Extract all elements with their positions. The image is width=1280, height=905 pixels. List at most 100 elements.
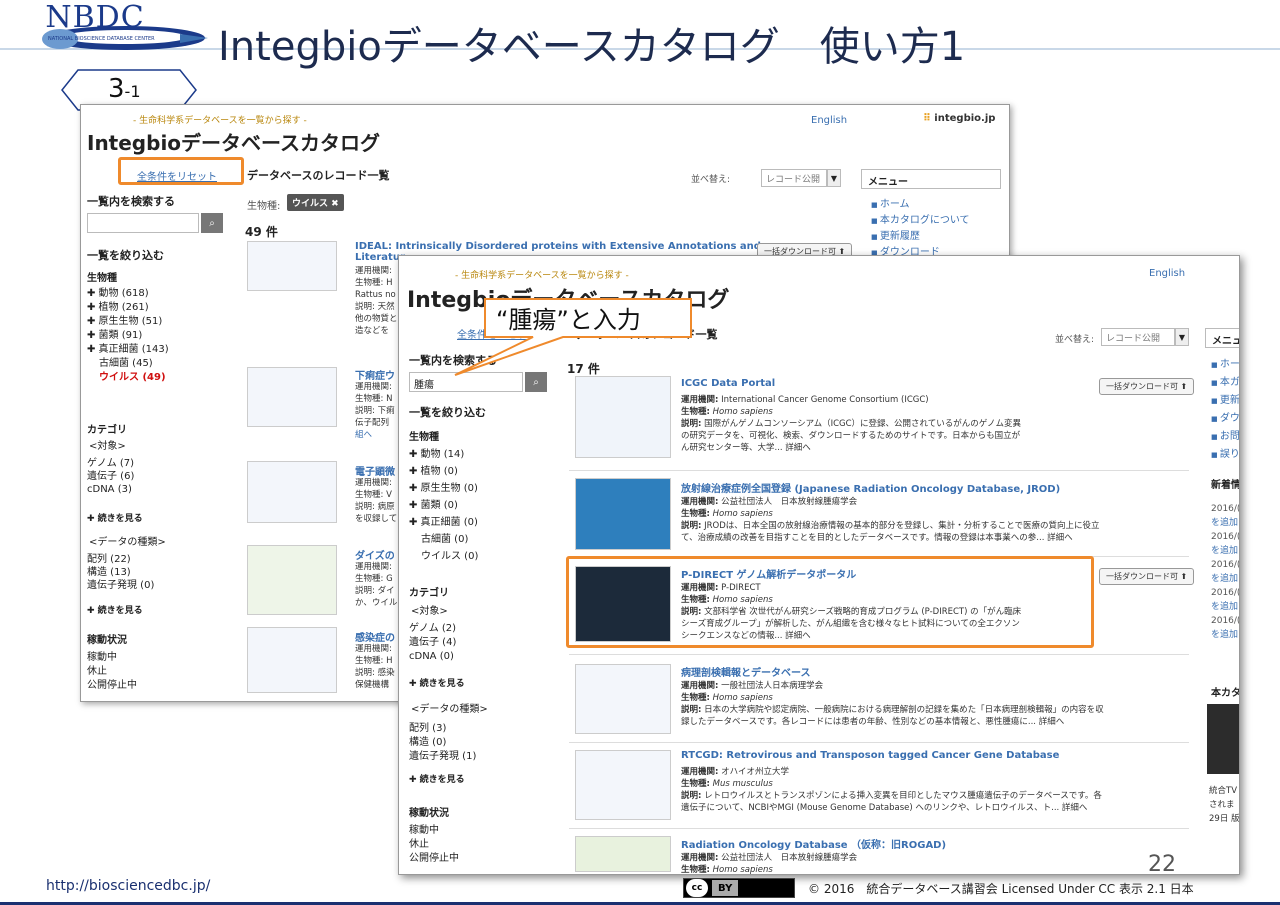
status-heading: 稼動状況 [409, 808, 449, 819]
record-title[interactable]: ICGC Data Portal [681, 378, 775, 389]
species-protist[interactable]: ✚ 原生生物 (51) [87, 315, 169, 329]
record-thumbnail[interactable] [247, 241, 337, 291]
site-title[interactable]: Integbioデータベースカタログ [87, 127, 380, 156]
integbio-logo[interactable]: ⠿ integbio.jp [923, 113, 995, 124]
news-link[interactable]: を追加 [1211, 600, 1239, 614]
english-link[interactable]: English [1149, 268, 1185, 279]
status-heading: 稼動状況 [87, 635, 127, 646]
sort-dropdown-arrow[interactable]: ▼ [1175, 328, 1189, 346]
menu-item-errata[interactable]: 誤り [1211, 446, 1239, 464]
record-thumbnail[interactable] [247, 627, 337, 693]
target-cdna[interactable]: cDNA (3) [87, 483, 134, 496]
record-thumbnail[interactable] [247, 461, 337, 523]
news-date: 2016/( [1211, 504, 1240, 514]
promo-video-thumbnail[interactable] [1207, 704, 1239, 774]
sort-select[interactable]: レコード公開 [1101, 328, 1175, 346]
record-title[interactable]: 放射線治療症例全国登録 (Japanese Radiation Oncology… [681, 480, 1060, 495]
more-datatypes-link[interactable]: ✚ 続きを見る [409, 772, 465, 785]
record-title[interactable]: 電子顕微 [355, 463, 395, 478]
menu-item-history[interactable]: 更新 [1211, 392, 1239, 410]
sort-dropdown-arrow[interactable]: ▼ [827, 169, 841, 187]
record-thumbnail[interactable] [575, 664, 671, 734]
news-link[interactable]: を追加 [1211, 572, 1239, 586]
menu-item-history[interactable]: 更新履歴 [871, 229, 970, 245]
search-input[interactable]: 腫瘍 [409, 372, 523, 392]
pdirect-highlight-box [566, 556, 1094, 648]
status-stopped[interactable]: 公開停止中 [87, 679, 137, 693]
search-input[interactable] [87, 213, 199, 233]
record-thumbnail[interactable] [575, 836, 671, 872]
record-desc-cont: て、治療成績の改善を目指すことを目的としたデータベースです。情報の登録は本事業へ… [681, 533, 1073, 543]
search-icon[interactable]: ⌕ [201, 213, 223, 233]
more-datatypes-link[interactable]: ✚ 続きを見る [87, 603, 143, 616]
filter-chip-virus[interactable]: ウイルス ✖ [287, 194, 344, 211]
record-title[interactable]: IDEAL: Intrinsically Disordered proteins… [355, 241, 761, 252]
record-title[interactable]: RTCGD: Retrovirous and Transposon tagged… [681, 750, 1059, 761]
record-title[interactable]: 感染症の [355, 629, 395, 644]
target-gene[interactable]: 遺伝子 (6) [87, 470, 134, 483]
cc-license-badge[interactable]: cc BY [683, 878, 795, 898]
target-genome[interactable]: ゲノム (2) [409, 622, 456, 636]
footer-url[interactable]: http://biosciencedbc.jp/ [46, 878, 210, 894]
species-animal[interactable]: ✚ 動物 (618) [87, 287, 169, 301]
species-protist[interactable]: ✚ 原生生物 (0) [409, 480, 478, 497]
record-thumbnail[interactable] [247, 545, 337, 615]
datatype-list: 配列 (3) 構造 (0) 遺伝子発現 (1) [409, 722, 476, 764]
more-targets-link[interactable]: ✚ 続きを見る [87, 511, 143, 524]
species-fungi[interactable]: ✚ 菌類 (91) [87, 329, 169, 343]
menu-item-download[interactable]: ダウ [1211, 410, 1239, 428]
species-virus[interactable]: ウイルス (0) [409, 548, 478, 565]
side-menu: ホーム 本カタログについて 更新履歴 ダウンロード [871, 197, 970, 261]
species-bacteria[interactable]: ✚ 真正細菌 (143) [87, 343, 169, 357]
datatype-structure[interactable]: 構造 (13) [87, 566, 154, 579]
search-icon[interactable]: ⌕ [525, 372, 547, 392]
record-list-title: データベースのレコード一覧 [247, 169, 390, 182]
record-title[interactable]: 病理剖検輯報とデータベース [681, 664, 811, 679]
species-plant[interactable]: ✚ 植物 (261) [87, 301, 169, 315]
menu-item-home[interactable]: ホー [1211, 356, 1239, 374]
record-thumbnail[interactable] [575, 376, 671, 458]
target-genome[interactable]: ゲノム (7) [87, 457, 134, 470]
target-cdna[interactable]: cDNA (0) [409, 650, 456, 664]
record-title[interactable]: Radiation Oncology Database （仮称：旧ROGAD) [681, 836, 946, 851]
species-archaea[interactable]: 古細菌 (0) [409, 531, 478, 548]
status-active[interactable]: 稼動中 [87, 651, 137, 665]
status-stopped[interactable]: 公開停止中 [409, 852, 459, 866]
record-thumbnail[interactable] [575, 478, 671, 550]
target-gene[interactable]: 遺伝子 (4) [409, 636, 456, 650]
species-plant[interactable]: ✚ 植物 (0) [409, 463, 478, 480]
news-link[interactable]: を追加 [1211, 628, 1239, 642]
menu-item-about[interactable]: 本ガ [1211, 374, 1239, 392]
record-title[interactable]: ダイズの [355, 547, 395, 562]
status-paused[interactable]: 休止 [87, 665, 137, 679]
menu-item-about[interactable]: 本カタログについて [871, 213, 970, 229]
species-archaea[interactable]: 古細菌 (45) [87, 357, 169, 371]
news-link[interactable]: を追加 [1211, 516, 1239, 530]
species-virus[interactable]: ウイルス (49) [87, 371, 169, 385]
record-thumbnail[interactable] [247, 367, 337, 427]
bulk-download-button[interactable]: 一括ダウンロード可 ⬆ [1099, 568, 1195, 585]
datatype-sequence[interactable]: 配列 (22) [87, 553, 154, 566]
datatype-sequence[interactable]: 配列 (3) [409, 722, 476, 736]
record-title[interactable]: 下痢症ウ [355, 367, 395, 382]
species-fungi[interactable]: ✚ 菌類 (0) [409, 497, 478, 514]
datatype-structure[interactable]: 構造 (0) [409, 736, 476, 750]
status-paused[interactable]: 休止 [409, 838, 459, 852]
record-line: か、ウイル [355, 598, 398, 608]
datatype-expression[interactable]: 遺伝子発現 (0) [87, 579, 154, 592]
record-thumbnail[interactable] [575, 750, 671, 820]
record-line: 組へ [355, 430, 373, 440]
menu-item-home[interactable]: ホーム [871, 197, 970, 213]
english-link[interactable]: English [811, 115, 847, 126]
datatype-expression[interactable]: 遺伝子発現 (1) [409, 750, 476, 764]
more-targets-link[interactable]: ✚ 続きを見る [409, 676, 465, 689]
species-bacteria[interactable]: ✚ 真正細菌 (0) [409, 514, 478, 531]
status-active[interactable]: 稼動中 [409, 824, 459, 838]
search-heading: 一覧内を検索する [87, 195, 175, 208]
sort-select[interactable]: レコード公開 [761, 169, 827, 187]
species-animal[interactable]: ✚ 動物 (14) [409, 446, 478, 463]
menu-item-contact[interactable]: お問 [1211, 428, 1239, 446]
news-link[interactable]: を追加 [1211, 544, 1239, 558]
bulk-download-button[interactable]: 一括ダウンロード可 ⬆ [1099, 378, 1195, 395]
record-divider [569, 742, 1189, 743]
